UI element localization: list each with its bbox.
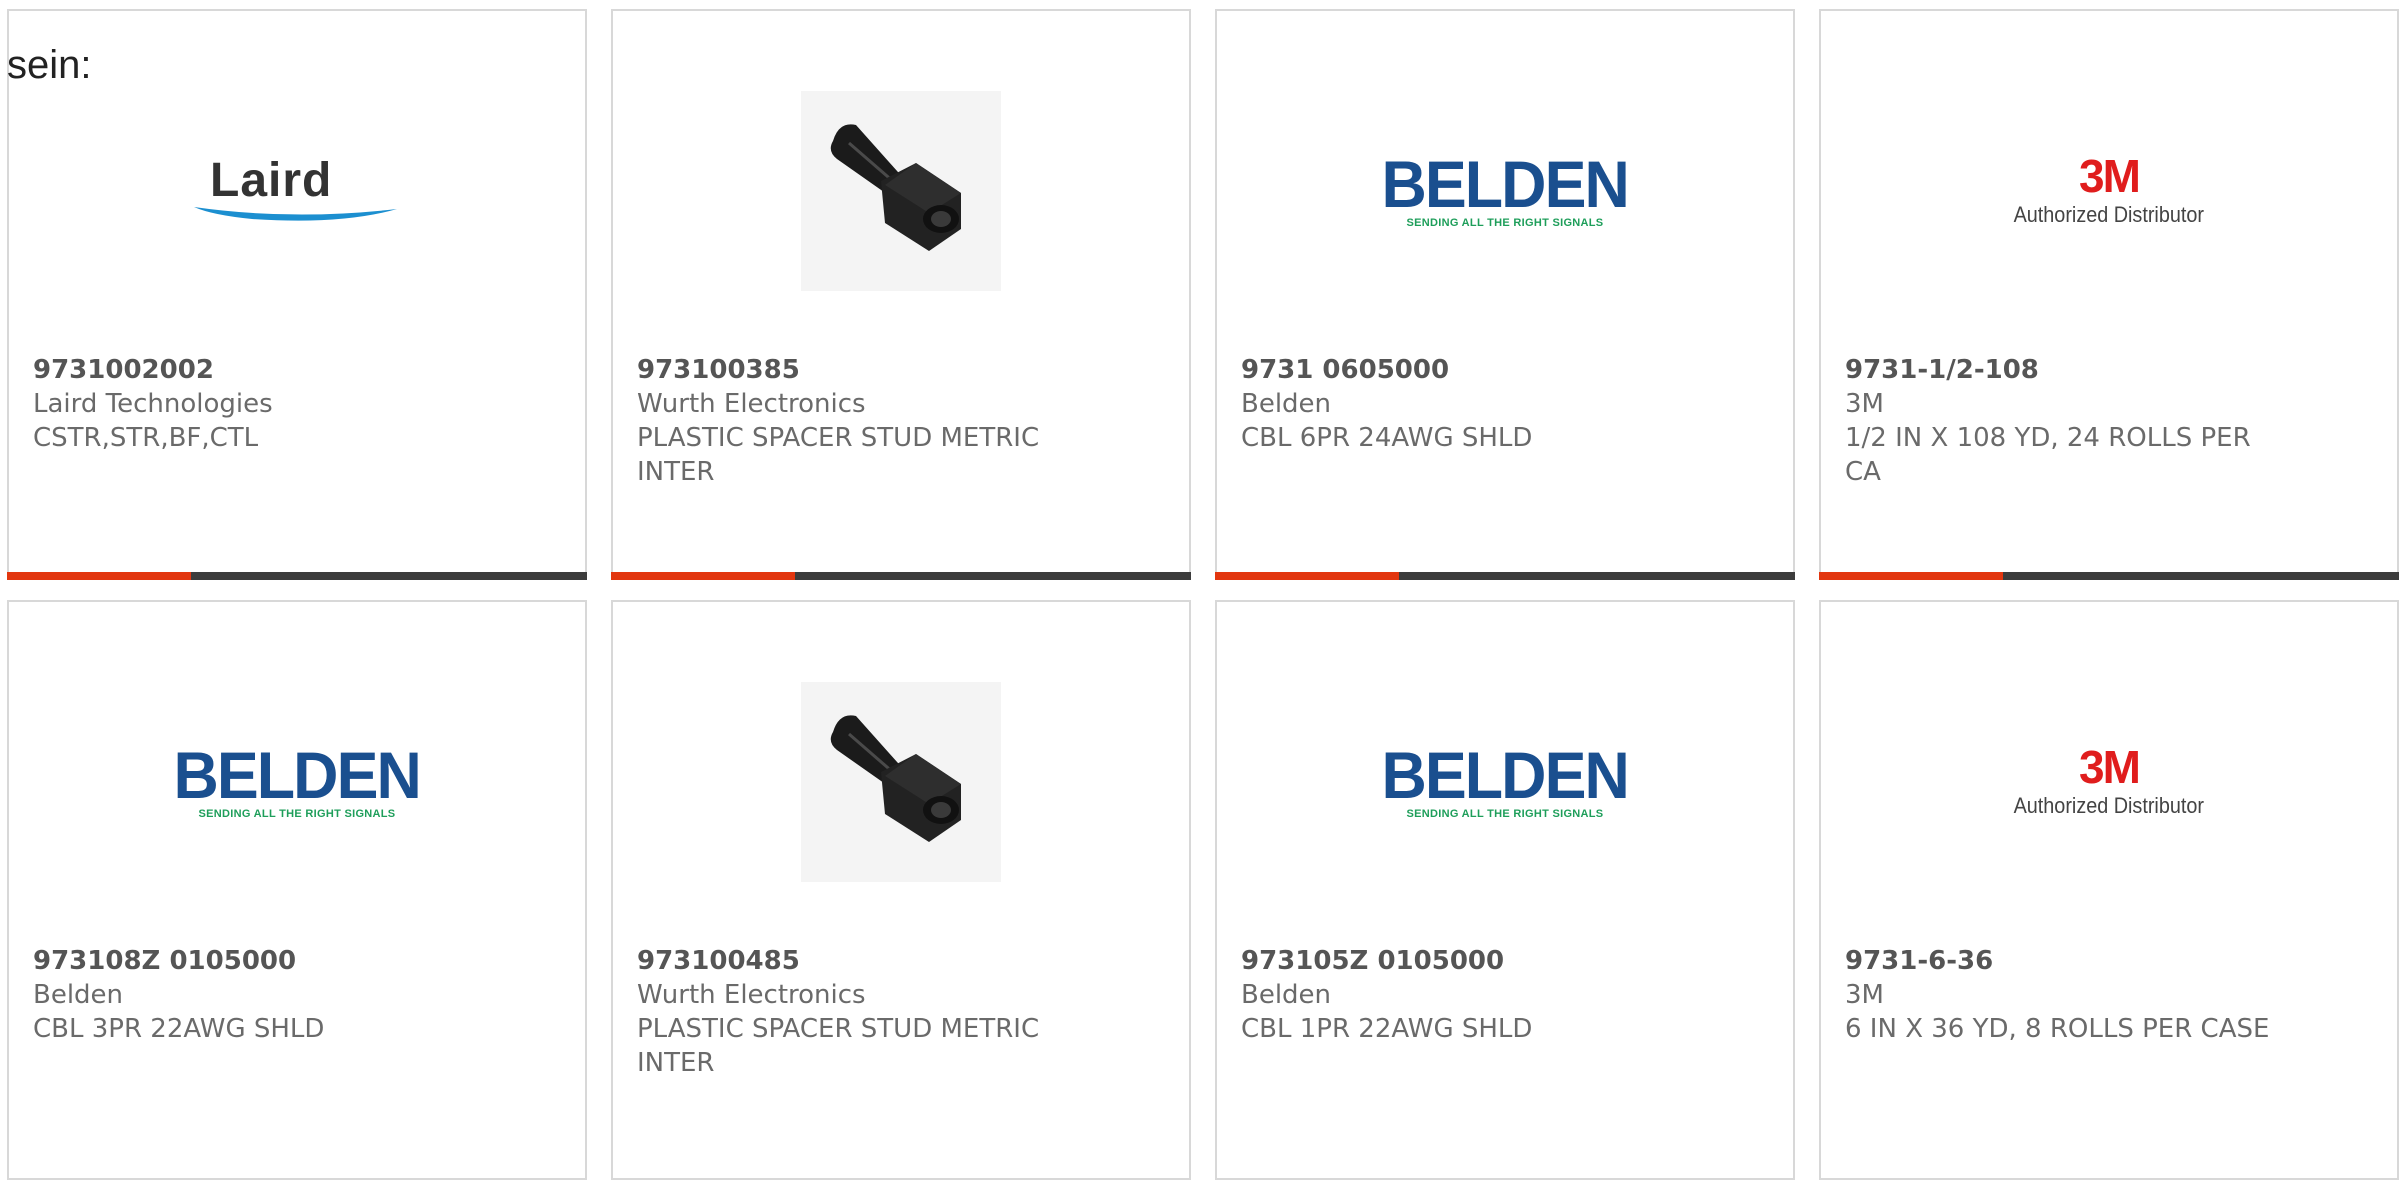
manufacturer: Wurth Electronics [637, 980, 866, 1010]
belden-logo: BELDEN SENDING ALL THE RIGHT SIGNALS [173, 738, 422, 820]
part-number[interactable]: 9731002002 [33, 353, 465, 387]
description: CBL 1PR 22AWG SHLD [1241, 1014, 1533, 1044]
part-number[interactable]: 9731-6-36 [1845, 944, 2277, 978]
description: 1/2 IN X 108 YD, 24 ROLLS PER CA [1845, 423, 2251, 487]
manufacturer: 3M [1845, 980, 1884, 1010]
product-info: 9731-1/2-108 3M 1/2 IN X 108 YD, 24 ROLL… [1845, 353, 2277, 489]
product-card[interactable]: 3M Authorized Distributor 9731-6-36 3M 6… [1819, 600, 2399, 1180]
card-accent-bar [1819, 572, 2399, 580]
card-accent-bar [1215, 572, 1795, 580]
plastic-spacer-photo [801, 682, 1001, 882]
description: CBL 3PR 22AWG SHLD [33, 1014, 325, 1044]
product-card[interactable]: 973100485 Wurth Electronics PLASTIC SPAC… [611, 600, 1191, 1180]
product-card[interactable]: BELDEN SENDING ALL THE RIGHT SIGNALS 973… [1215, 600, 1795, 1180]
belden-logo: BELDEN SENDING ALL THE RIGHT SIGNALS [1381, 738, 1630, 820]
card-accent-bar [611, 572, 1191, 580]
part-number[interactable]: 9731-1/2-108 [1845, 353, 2277, 387]
manufacturer: Wurth Electronics [637, 389, 866, 419]
product-image[interactable] [613, 81, 1189, 301]
product-info: 973100485 Wurth Electronics PLASTIC SPAC… [637, 944, 1069, 1080]
product-card[interactable]: 973100385 Wurth Electronics PLASTIC SPAC… [611, 9, 1191, 580]
product-card[interactable]: 3M Authorized Distributor 9731-1/2-108 3… [1819, 9, 2399, 580]
manufacturer: Belden [1241, 980, 1332, 1010]
product-card[interactable]: Laird 9731002002 Laird Technologies CSTR… [7, 9, 587, 580]
product-image[interactable]: BELDEN SENDING ALL THE RIGHT SIGNALS [1217, 81, 1793, 301]
card-accent-bar [7, 572, 587, 580]
product-info: 9731 0605000 Belden CBL 6PR 24AWG SHLD [1241, 353, 1673, 455]
product-info: 973105Z 0105000 Belden CBL 1PR 22AWG SHL… [1241, 944, 1673, 1046]
manufacturer: 3M [1845, 389, 1884, 419]
product-info: 9731002002 Laird Technologies CSTR,STR,B… [33, 353, 465, 455]
manufacturer: Belden [33, 980, 124, 1010]
part-number[interactable]: 9731 0605000 [1241, 353, 1673, 387]
product-image[interactable]: BELDEN SENDING ALL THE RIGHT SIGNALS [1217, 672, 1793, 892]
product-image[interactable]: Laird [9, 81, 585, 301]
plastic-spacer-photo [801, 91, 1001, 291]
product-card[interactable]: BELDEN SENDING ALL THE RIGHT SIGNALS 973… [7, 600, 587, 1180]
product-image[interactable]: 3M Authorized Distributor [1821, 81, 2397, 301]
laird-logo: Laird [192, 151, 402, 231]
part-number[interactable]: 973108Z 0105000 [33, 944, 465, 978]
3m-logo: 3M Authorized Distributor [2013, 150, 2205, 227]
product-grid: Laird 9731002002 Laird Technologies CSTR… [7, 9, 2400, 1180]
manufacturer: Laird Technologies [33, 389, 273, 419]
product-info: 9731-6-36 3M 6 IN X 36 YD, 8 ROLLS PER C… [1845, 944, 2277, 1046]
part-number[interactable]: 973105Z 0105000 [1241, 944, 1673, 978]
description: 6 IN X 36 YD, 8 ROLLS PER CASE [1845, 1014, 2270, 1044]
description: PLASTIC SPACER STUD METRIC INTER [637, 423, 1040, 487]
product-image[interactable]: BELDEN SENDING ALL THE RIGHT SIGNALS [9, 672, 585, 892]
part-number[interactable]: 973100385 [637, 353, 1069, 387]
product-image[interactable]: 3M Authorized Distributor [1821, 672, 2397, 892]
belden-logo: BELDEN SENDING ALL THE RIGHT SIGNALS [1381, 147, 1630, 229]
manufacturer: Belden [1241, 389, 1332, 419]
intro-text: sein: [7, 43, 92, 87]
product-info: 973108Z 0105000 Belden CBL 3PR 22AWG SHL… [33, 944, 465, 1046]
product-image[interactable] [613, 672, 1189, 892]
description: CBL 6PR 24AWG SHLD [1241, 423, 1533, 453]
product-info: 973100385 Wurth Electronics PLASTIC SPAC… [637, 353, 1069, 489]
3m-logo: 3M Authorized Distributor [2013, 741, 2205, 818]
part-number[interactable]: 973100485 [637, 944, 1069, 978]
description: CSTR,STR,BF,CTL [33, 423, 259, 453]
product-card[interactable]: BELDEN SENDING ALL THE RIGHT SIGNALS 973… [1215, 9, 1795, 580]
description: PLASTIC SPACER STUD METRIC INTER [637, 1014, 1040, 1078]
